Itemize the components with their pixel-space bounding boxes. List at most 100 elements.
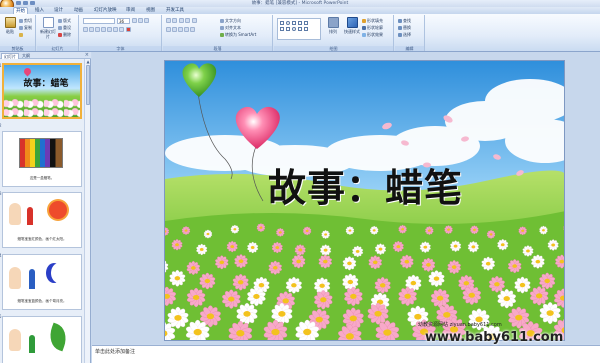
tab-view[interactable]: 视图 [144,7,157,14]
justify-icon[interactable] [184,27,189,32]
smartart-button[interactable]: 转换为 SmartArt [220,32,256,37]
align-center-icon[interactable] [172,27,177,32]
arrange-label: 排列 [329,29,337,34]
scroll-thumb[interactable] [86,65,90,105]
panel-scrollbar[interactable]: ▲ [84,59,90,363]
thumbnail-caption: 这是一盒蜡笔。 [29,176,55,180]
numbering-icon[interactable] [172,18,177,23]
clear-format-icon[interactable] [144,18,149,23]
editing-group: 查找 替换 选择 编辑 [395,15,425,51]
brush-icon [19,32,23,37]
current-slide[interactable]: 故事：蜡笔 幼教资源网站 ziyuan.baby611.com [164,60,565,341]
clipboard-group: 粘贴 剪切 复制 剪贴板 [0,15,36,51]
drawing-group-label: 绘图 [274,46,393,51]
shadow-icon[interactable] [107,27,112,32]
thumbnail-slide-5[interactable] [2,316,82,363]
reset-button[interactable]: 重设 [58,25,71,30]
tab-home[interactable]: 开始 [13,7,28,14]
decrease-indent-icon[interactable] [179,18,184,23]
font-size-combo[interactable]: 36 [117,18,130,24]
thumbnail-slide-2[interactable]: 这是一盒蜡笔。 [2,131,82,187]
align-left-icon[interactable] [166,27,171,32]
quick-access-toolbar [16,1,35,5]
replace-button[interactable]: 替换 [398,25,411,30]
copy-button[interactable]: 复制 [19,25,32,30]
credit-text: 幼教资源网站 ziyuan.baby611.com [418,322,502,328]
arrange-icon [327,17,339,28]
shape-brace-icon[interactable] [298,27,302,31]
tab-slideshow[interactable]: 幻灯片放映 [92,7,119,14]
cut-button[interactable]: 剪切 [19,18,32,23]
italic-icon[interactable] [89,27,94,32]
layout-button[interactable]: 版式 [58,18,71,23]
bullets-icon[interactable] [166,18,171,23]
font-color-icon[interactable] [126,27,131,32]
tab-animations[interactable]: 动画 [72,7,85,14]
spacing-icon[interactable] [113,27,118,32]
align-text-button[interactable]: 对齐文本 [220,25,241,30]
delete-label: 删除 [63,32,71,37]
delete-button[interactable]: 删除 [58,32,71,37]
font-name-combo[interactable] [83,18,115,24]
slide-title[interactable]: 故事：蜡笔 [165,157,564,212]
line-spacing-icon[interactable] [192,18,197,23]
shape-line-icon[interactable] [292,21,296,25]
thumbnail-slide-1[interactable]: 故事：蜡笔 [2,63,82,119]
redo-icon[interactable] [30,1,35,5]
shape-oval-icon[interactable] [286,21,290,25]
paste-button[interactable]: 粘贴 [3,17,17,45]
tab-insert[interactable]: 插入 [33,7,46,14]
select-label: 选择 [403,32,411,37]
save-icon[interactable] [16,1,21,5]
tab-outline[interactable]: 大纲 [20,53,32,59]
notes-pane[interactable]: 单击此处添加备注 [92,345,600,363]
text-direction-button[interactable]: 文字方向 [220,18,241,23]
shape-rounded-rect-icon[interactable] [292,27,296,31]
slide-number: 2 [0,123,2,128]
shape-fill-button[interactable]: 形状填充 [362,18,383,23]
scissors-icon [19,18,23,23]
quick-styles-button[interactable]: 快速样式 [343,17,361,45]
bold-icon[interactable] [83,27,88,32]
shape-triangle-icon[interactable] [280,27,284,31]
shape-star-icon[interactable] [304,27,308,31]
align-right-icon[interactable] [178,27,183,32]
columns-icon[interactable] [190,27,195,32]
new-slide-button[interactable]: 新建幻灯片 [39,17,57,45]
new-slide-icon [42,17,54,28]
slides-group: 新建幻灯片 版式 重设 删除 幻灯片 [37,15,79,51]
underline-icon[interactable] [95,27,100,32]
select-button[interactable]: 选择 [398,32,411,37]
editing-group-label: 编辑 [395,46,424,51]
tab-slides[interactable]: 幻灯片 [1,53,19,59]
shrink-font-icon[interactable] [138,18,143,23]
thumbnail-slide-3[interactable]: 蜡笔宝宝红颜色，画个红太阳。 [2,192,82,248]
cut-label: 剪切 [24,18,32,23]
thumbnail-slide-4[interactable]: 蜡笔宝宝蓝颜色，画个弯月亮。 [2,254,82,310]
scroll-up-icon[interactable]: ▲ [85,59,91,64]
shape-outline-button[interactable]: 形状轮廓 [362,25,383,30]
shape-pentagon-icon[interactable] [286,27,290,31]
arrange-button[interactable]: 排列 [324,17,342,45]
child-figure-image [9,267,21,289]
undo-icon[interactable] [23,1,28,5]
shape-textbox-icon[interactable] [304,21,308,25]
shape-arrow-icon[interactable] [298,21,302,25]
change-case-icon[interactable] [119,27,124,32]
clipboard-group-label: 剪贴板 [0,46,35,51]
find-button[interactable]: 查找 [398,18,411,23]
tab-design[interactable]: 设计 [52,7,65,14]
shape-rectangle-icon[interactable] [280,21,284,25]
select-icon [398,32,402,37]
grow-font-icon[interactable] [132,18,137,23]
tab-review[interactable]: 审阅 [124,7,137,14]
tab-developer[interactable]: 开发工具 [164,7,186,14]
format-painter-button[interactable] [19,32,23,37]
paragraph-group-label: 段落 [163,46,272,51]
strikethrough-icon[interactable] [101,27,106,32]
shape-effects-button[interactable]: 形状效果 [362,32,383,37]
delete-icon [58,32,62,37]
shapes-gallery[interactable] [277,18,321,40]
increase-indent-icon[interactable] [185,18,190,23]
close-icon[interactable]: × [85,53,89,58]
